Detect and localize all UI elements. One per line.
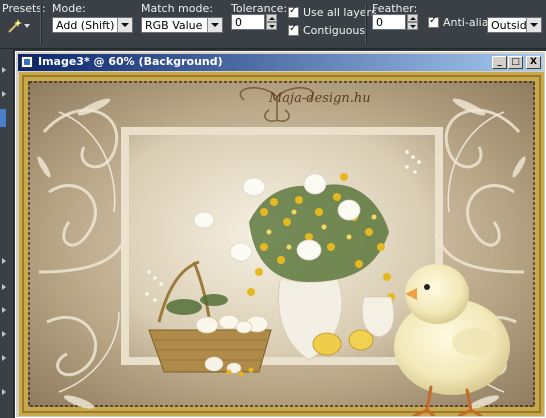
toolbar-separator xyxy=(40,4,42,44)
feather-spinner[interactable] xyxy=(407,14,418,30)
expand-arrow-icon[interactable] xyxy=(2,67,6,73)
spin-up-icon[interactable] xyxy=(266,14,277,22)
minimize-button[interactable]: _ xyxy=(492,56,507,69)
expand-arrow-icon[interactable] xyxy=(2,284,6,290)
expand-arrow-icon[interactable] xyxy=(2,389,6,395)
chevron-down-icon[interactable] xyxy=(526,18,541,32)
match-mode-value: RGB Value xyxy=(145,19,203,32)
magic-wand-icon[interactable] xyxy=(6,18,22,34)
active-panel-indicator xyxy=(0,109,6,127)
maximize-button[interactable]: □ xyxy=(508,56,523,69)
mode-value: Add (Shift) xyxy=(56,19,115,32)
spin-up-icon[interactable] xyxy=(407,14,418,22)
close-icon: X xyxy=(530,57,537,67)
tolerance-spinner[interactable] xyxy=(266,14,277,30)
tool-options-toolbar: Presets: Mode: Add (Shift) Match mode: R… xyxy=(0,0,546,49)
tolerance-value: 0 xyxy=(235,16,242,29)
match-mode-select[interactable]: RGB Value xyxy=(141,17,223,33)
image-artwork: Maja-design.hu xyxy=(19,72,544,416)
chevron-down-icon[interactable] xyxy=(24,24,30,28)
image-window: Image3* @ 60% (Background) _ □ X Maja-de… xyxy=(15,51,546,418)
checkbox-checked-icon[interactable] xyxy=(288,5,299,18)
contiguous-label: Contiguous xyxy=(303,24,366,37)
image-window-titlebar[interactable]: Image3* @ 60% (Background) _ □ X xyxy=(18,54,543,71)
watermark-text: Maja-design.hu xyxy=(268,91,371,106)
image-window-title: Image3* @ 60% (Background) xyxy=(38,55,223,68)
expand-arrow-icon[interactable] xyxy=(2,355,6,361)
maximize-icon: □ xyxy=(511,57,520,67)
toolbar-separator xyxy=(365,4,367,44)
chevron-down-icon[interactable] xyxy=(207,18,222,32)
document-icon xyxy=(21,56,33,68)
expand-arrow-icon[interactable] xyxy=(2,307,6,313)
chevron-down-icon[interactable] xyxy=(117,18,132,32)
tolerance-input[interactable]: 0 xyxy=(231,14,265,30)
expand-arrow-icon[interactable] xyxy=(2,331,6,337)
mode-label: Mode: xyxy=(52,2,86,15)
spin-down-icon[interactable] xyxy=(266,22,277,30)
checkbox-checked-icon[interactable] xyxy=(288,23,299,36)
anti-alias-mode-select[interactable]: Outside xyxy=(487,17,542,33)
feather-value: 0 xyxy=(376,16,383,29)
expand-arrow-icon[interactable] xyxy=(2,91,6,97)
checkbox-checked-icon[interactable] xyxy=(428,15,439,28)
feather-input[interactable]: 0 xyxy=(372,14,406,30)
minimize-icon: _ xyxy=(497,57,502,67)
spin-down-icon[interactable] xyxy=(407,22,418,30)
close-button[interactable]: X xyxy=(526,56,541,69)
mode-select[interactable]: Add (Shift) xyxy=(52,17,133,33)
expand-arrow-icon[interactable] xyxy=(2,258,6,264)
left-panel-edge xyxy=(0,49,14,418)
image-canvas[interactable]: Maja-design.hu xyxy=(19,72,544,416)
match-mode-label: Match mode: xyxy=(141,2,213,15)
